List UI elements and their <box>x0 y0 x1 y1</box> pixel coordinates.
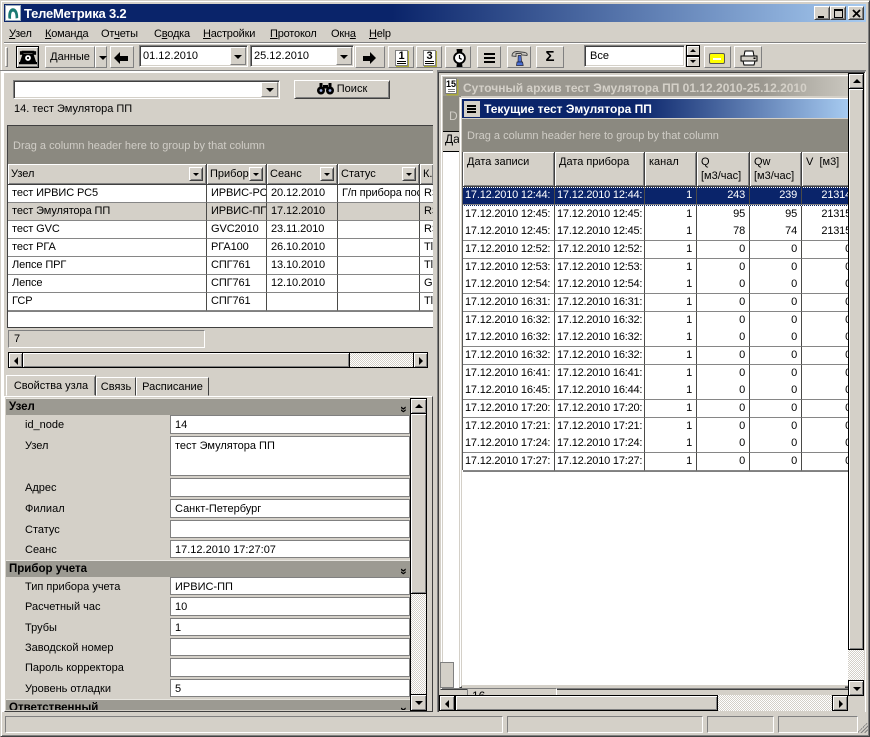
svg-text:15: 15 <box>446 79 456 89</box>
